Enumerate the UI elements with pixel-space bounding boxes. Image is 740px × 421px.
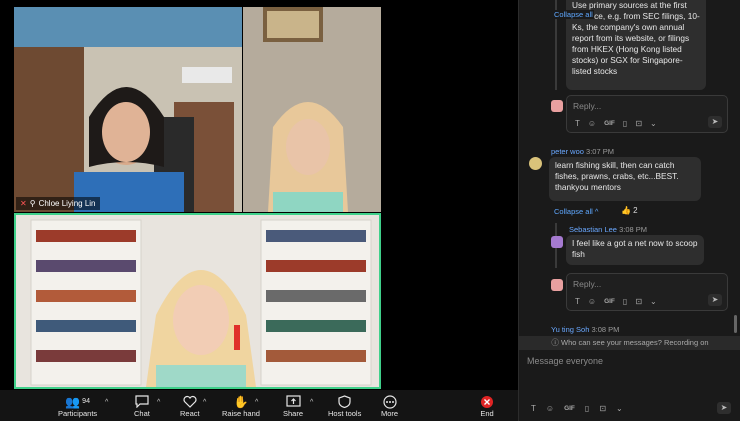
participants-caret-icon[interactable]: ^ xyxy=(105,399,108,406)
chevron-down-icon[interactable]: ⌄ xyxy=(650,297,657,306)
pin-icon: ⚲ xyxy=(29,199,36,208)
screenshot-icon[interactable]: ⊡ xyxy=(635,119,642,128)
host-tools-button[interactable]: Host tools xyxy=(328,394,361,418)
message-compose[interactable]: Message everyone T ☺ GIF ▯ ⊡ ⌄ ➤ xyxy=(519,350,740,421)
emoji-icon[interactable]: ☺ xyxy=(546,404,554,413)
more-icon xyxy=(382,394,397,409)
send-icon[interactable]: ➤ xyxy=(708,116,722,128)
heart-icon xyxy=(183,395,197,408)
emoji-icon[interactable]: ☺ xyxy=(588,119,596,128)
sender-name[interactable]: Yu ting Soh xyxy=(551,325,589,334)
chevron-down-icon[interactable]: ⌄ xyxy=(616,404,623,413)
raise-hand-caret-icon[interactable]: ^ xyxy=(255,399,258,406)
shield-icon xyxy=(338,395,351,408)
raise-hand-icon: ✋ xyxy=(233,394,249,409)
privacy-notice-text: Who can see your messages? Recording on xyxy=(561,338,709,347)
message-time: 3:08 PM xyxy=(619,225,647,234)
video-tile-2[interactable] xyxy=(243,7,381,212)
gif-icon[interactable]: GIF xyxy=(604,298,615,305)
participant-count: 94 xyxy=(82,398,90,405)
info-icon: ⓘ xyxy=(551,338,559,347)
participants-button[interactable]: 👥 94 Participants xyxy=(58,394,98,419)
chat-scrollbar[interactable] xyxy=(734,315,737,333)
collapse-all-label: Collapse all xyxy=(554,207,593,216)
message-input-placeholder: Message everyone xyxy=(527,356,604,366)
file-icon[interactable]: ▯ xyxy=(623,119,627,128)
video-tile-active-speaker[interactable] xyxy=(14,213,381,389)
video-feed xyxy=(14,7,242,212)
gif-icon[interactable]: GIF xyxy=(564,405,575,412)
message-header: Yu ting Soh 3:08 PM xyxy=(551,325,619,334)
collapse-all-link[interactable]: Collapse all ^ xyxy=(554,207,598,216)
chat-icon xyxy=(135,395,149,408)
message-header: Sebastian Lee 3:08 PM xyxy=(569,225,647,234)
participant-name-tag: ✕ ⚲ Chloe Liying Lin xyxy=(16,197,100,210)
share-screen-icon xyxy=(285,395,301,407)
raise-hand-label: Raise hand xyxy=(222,409,260,418)
mic-muted-icon: ✕ xyxy=(20,199,27,208)
react-caret-icon[interactable]: ^ xyxy=(203,399,206,406)
gif-icon[interactable]: GIF xyxy=(604,120,615,127)
send-icon[interactable]: ➤ xyxy=(717,402,731,414)
message-header: peter woo 3:07 PM xyxy=(551,147,614,156)
avatar xyxy=(551,236,563,248)
reply-placeholder: Reply... xyxy=(573,101,602,111)
chevron-down-icon[interactable]: ⌄ xyxy=(650,119,657,128)
participants-label: Participants xyxy=(58,409,98,418)
message-text: I feel like a got a net now to scoop fis… xyxy=(572,238,698,259)
video-feed xyxy=(16,215,379,387)
chat-label: Chat xyxy=(134,409,150,418)
text-format-icon[interactable]: T xyxy=(575,119,580,128)
file-icon[interactable]: ▯ xyxy=(623,297,627,306)
host-tools-label: Host tools xyxy=(328,409,362,418)
chat-panel: Use primary sources at the first instanc… xyxy=(518,0,740,421)
participant-name: Chloe Liying Lin xyxy=(38,199,96,208)
share-button[interactable]: Share xyxy=(283,394,303,418)
video-feed xyxy=(243,7,381,212)
compose-toolbar: T ☺ GIF ▯ ⊡ ⌄ xyxy=(531,404,623,413)
avatar xyxy=(551,100,563,112)
avatar xyxy=(529,157,542,170)
chat-message: I feel like a got a net now to scoop fis… xyxy=(566,235,704,265)
message-text: learn fishing skill, then can catch fish… xyxy=(555,160,679,192)
chat-button[interactable]: Chat xyxy=(134,394,150,418)
avatar xyxy=(551,279,563,291)
text-format-icon[interactable]: T xyxy=(575,297,580,306)
meeting-toolbar: 👥 94 Participants ^ Chat ^ React ^ ✋ Rais… xyxy=(0,390,518,421)
message-time: 3:07 PM xyxy=(586,147,614,156)
collapse-all-link[interactable]: Collapse all xyxy=(553,10,594,19)
video-gallery: ✕ ⚲ Chloe Liying Lin xyxy=(0,0,395,390)
message-time: 3:08 PM xyxy=(591,325,620,334)
share-caret-icon[interactable]: ^ xyxy=(310,399,313,406)
more-label: More xyxy=(381,409,399,418)
sender-name[interactable]: Sebastian Lee xyxy=(569,225,617,234)
end-button[interactable]: End xyxy=(480,394,494,418)
raise-hand-button[interactable]: ✋ Raise hand xyxy=(222,394,260,419)
end-call-icon xyxy=(481,395,493,408)
react-button[interactable]: React xyxy=(180,394,200,418)
reply-placeholder: Reply... xyxy=(573,279,602,289)
react-label: React xyxy=(180,409,200,418)
send-icon[interactable]: ➤ xyxy=(708,294,722,306)
emoji-icon[interactable]: ☺ xyxy=(588,297,596,306)
participants-icon: 👥 xyxy=(65,394,81,409)
reply-toolbar: T ☺ GIF ▯ ⊡ ⌄ xyxy=(575,119,657,128)
reaction-thumbs-up[interactable]: 👍 2 xyxy=(621,206,638,215)
text-format-icon[interactable]: T xyxy=(531,404,536,413)
screenshot-icon[interactable]: ⊡ xyxy=(599,404,606,413)
file-icon[interactable]: ▯ xyxy=(585,404,589,413)
screenshot-icon[interactable]: ⊡ xyxy=(635,297,642,306)
privacy-notice[interactable]: ⓘ Who can see your messages? Recording o… xyxy=(519,336,740,350)
chat-message: learn fishing skill, then can catch fish… xyxy=(549,157,701,201)
video-tile-chloe[interactable]: ✕ ⚲ Chloe Liying Lin xyxy=(14,7,242,212)
reply-toolbar: T ☺ GIF ▯ ⊡ ⌄ xyxy=(575,297,657,306)
end-label: End xyxy=(480,409,494,418)
more-button[interactable]: More xyxy=(381,394,398,418)
sender-name[interactable]: peter woo xyxy=(551,147,584,156)
chat-caret-icon[interactable]: ^ xyxy=(157,399,160,406)
reply-box[interactable]: Reply... T ☺ GIF ▯ ⊡ ⌄ ➤ xyxy=(566,95,728,133)
share-label: Share xyxy=(283,409,304,418)
reply-box[interactable]: Reply... T ☺ GIF ▯ ⊡ ⌄ ➤ xyxy=(566,273,728,311)
